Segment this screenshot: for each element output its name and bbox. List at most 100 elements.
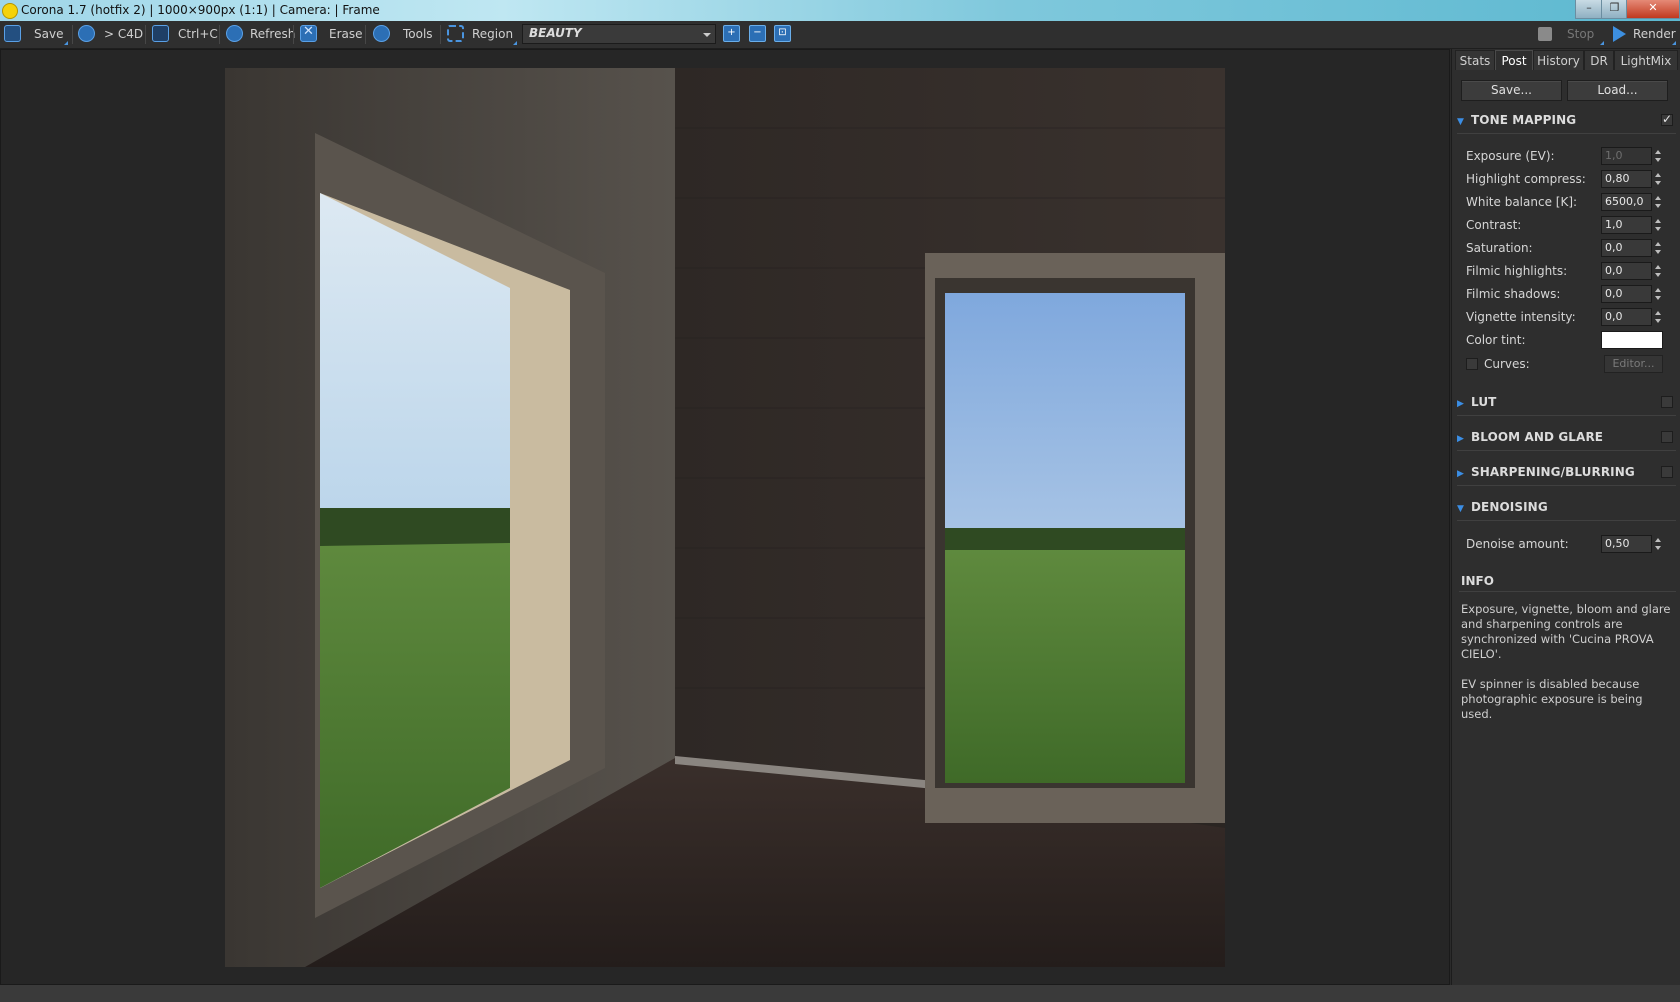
to-c4d-button[interactable]: > C4D xyxy=(104,24,143,45)
tab-history[interactable]: History xyxy=(1533,50,1584,70)
curves-checkbox[interactable] xyxy=(1466,358,1478,370)
save-button[interactable]: Save xyxy=(34,24,63,45)
vignette-input[interactable]: 0,0 xyxy=(1601,308,1652,326)
render-play-icon[interactable] xyxy=(1613,26,1626,42)
save-icon[interactable] xyxy=(4,25,21,42)
lut-checkbox[interactable] xyxy=(1661,396,1673,408)
denoising-title: DENOISING xyxy=(1471,500,1548,514)
bloom-glare-title: BLOOM AND GLARE xyxy=(1471,430,1604,444)
contrast-input[interactable]: 1,0 xyxy=(1601,216,1652,234)
stop-icon[interactable] xyxy=(1538,27,1552,41)
curves-editor-button[interactable]: Editor... xyxy=(1604,355,1663,373)
denoise-amount-input[interactable]: 0,50 xyxy=(1601,535,1652,553)
contrast-row: Contrast: 1,0 xyxy=(1466,215,1676,235)
collapsed-triangle-icon: ▶ xyxy=(1457,399,1464,409)
denoise-amount-spinner[interactable] xyxy=(1653,535,1663,553)
saturation-input[interactable]: 0,0 xyxy=(1601,239,1652,257)
toolbar-separator xyxy=(365,25,366,44)
chevron-down-icon xyxy=(703,33,711,37)
vignette-label: Vignette intensity: xyxy=(1466,310,1576,324)
region-dropdown-icon[interactable] xyxy=(513,41,517,45)
exposure-spinner[interactable] xyxy=(1653,147,1663,165)
erase-icon[interactable] xyxy=(300,24,317,42)
render-dropdown-icon[interactable] xyxy=(1672,41,1676,45)
highlight-row: Highlight compress: 0,80 xyxy=(1466,169,1676,189)
zoom-in-icon[interactable]: + xyxy=(723,25,740,42)
tools-button[interactable]: Tools xyxy=(403,24,433,45)
white-balance-spinner[interactable] xyxy=(1653,193,1663,211)
tab-post[interactable]: Post xyxy=(1495,50,1533,70)
lut-section[interactable]: ▶ LUT xyxy=(1457,394,1676,416)
region-button[interactable]: Region xyxy=(472,24,513,45)
exposure-input[interactable]: 1,0 xyxy=(1601,147,1652,165)
contrast-spinner[interactable] xyxy=(1653,216,1663,234)
color-tint-swatch[interactable] xyxy=(1601,331,1663,349)
exposure-row: Exposure (EV): 1,0 xyxy=(1466,146,1676,166)
window-title: Corona 1.7 (hotfix 2) | 1000×900px (1:1)… xyxy=(21,3,380,17)
info-ev-text: EV spinner is disabled because photograp… xyxy=(1461,677,1643,721)
saturation-spinner[interactable] xyxy=(1653,239,1663,257)
tab-stats[interactable]: Stats xyxy=(1455,50,1495,70)
curves-row: Curves: Editor... xyxy=(1466,354,1676,374)
panel-tabs: Stats Post History DR LightMix xyxy=(1452,49,1680,71)
minimize-button[interactable]: – xyxy=(1575,0,1603,19)
save-dropdown-icon[interactable] xyxy=(64,41,68,45)
section-divider xyxy=(1457,415,1676,416)
filmic-highlights-row: Filmic highlights: 0,0 xyxy=(1466,261,1676,281)
tools-gear-icon[interactable] xyxy=(373,25,390,42)
region-icon[interactable] xyxy=(447,25,464,42)
bloom-glare-checkbox[interactable] xyxy=(1661,431,1673,443)
section-divider xyxy=(1457,450,1676,451)
highlight-input[interactable]: 0,80 xyxy=(1601,170,1652,188)
color-tint-label: Color tint: xyxy=(1466,333,1526,347)
tone-mapping-section[interactable]: ▼ TONE MAPPING xyxy=(1457,112,1676,134)
denoise-amount-label: Denoise amount: xyxy=(1466,537,1569,551)
stop-dropdown-icon[interactable] xyxy=(1600,41,1604,45)
tone-mapping-checkbox[interactable] xyxy=(1661,112,1673,126)
curves-label: Curves: xyxy=(1484,357,1530,371)
tab-dr[interactable]: DR xyxy=(1584,50,1614,70)
info-sync-text: Exposure, vignette, bloom and glare and … xyxy=(1461,602,1671,661)
close-button[interactable]: ✕ xyxy=(1626,0,1680,19)
erase-button[interactable]: Erase xyxy=(329,24,363,45)
zoom-out-icon[interactable]: − xyxy=(749,25,766,42)
load-preset-button[interactable]: Load... xyxy=(1567,80,1668,101)
filmic-shadows-spinner[interactable] xyxy=(1653,285,1663,303)
channel-select[interactable]: BEAUTY xyxy=(522,24,716,44)
refresh-button[interactable]: Refresh xyxy=(250,24,295,45)
tone-mapping-title: TONE MAPPING xyxy=(1471,113,1577,127)
maximize-button[interactable]: ❐ xyxy=(1601,0,1628,19)
section-divider xyxy=(1457,520,1676,521)
denoising-section[interactable]: ▼ DENOISING xyxy=(1457,499,1676,521)
expanded-triangle-icon: ▼ xyxy=(1457,117,1464,127)
color-tint-row: Color tint: xyxy=(1466,330,1676,350)
white-balance-row: White balance [K]: 6500,0 xyxy=(1466,192,1676,212)
render-viewport[interactable] xyxy=(0,49,1450,985)
bloom-glare-section[interactable]: ▶ BLOOM AND GLARE xyxy=(1457,429,1676,451)
sharpening-checkbox[interactable] xyxy=(1661,466,1673,478)
filmic-shadows-input[interactable]: 0,0 xyxy=(1601,285,1652,303)
vignette-row: Vignette intensity: 0,0 xyxy=(1466,307,1676,327)
toolbar-separator xyxy=(219,25,220,44)
copy-button[interactable]: Ctrl+C xyxy=(178,24,218,45)
vignette-spinner[interactable] xyxy=(1653,308,1663,326)
denoise-amount-row: Denoise amount: 0,50 xyxy=(1466,534,1676,554)
filmic-highlights-spinner[interactable] xyxy=(1653,262,1663,280)
title-bar: Corona 1.7 (hotfix 2) | 1000×900px (1:1)… xyxy=(0,0,1680,21)
white-balance-input[interactable]: 6500,0 xyxy=(1601,193,1652,211)
sharpening-section[interactable]: ▶ SHARPENING/BLURRING xyxy=(1457,464,1676,486)
channel-value: BEAUTY xyxy=(529,26,582,40)
section-divider xyxy=(1459,591,1676,592)
highlight-spinner[interactable] xyxy=(1653,170,1663,188)
zoom-fit-icon[interactable]: ⊡ xyxy=(774,25,791,42)
tab-lightmix[interactable]: LightMix xyxy=(1614,50,1678,70)
refresh-icon[interactable] xyxy=(226,25,243,42)
render-button[interactable]: Render xyxy=(1633,24,1676,45)
stop-button[interactable]: Stop xyxy=(1567,24,1594,45)
interior-render-image xyxy=(225,68,1225,967)
copy-icon[interactable] xyxy=(152,25,169,42)
c4d-icon[interactable] xyxy=(78,25,95,42)
rendered-image xyxy=(225,68,1225,967)
filmic-highlights-input[interactable]: 0,0 xyxy=(1601,262,1652,280)
save-preset-button[interactable]: Save... xyxy=(1461,80,1562,101)
